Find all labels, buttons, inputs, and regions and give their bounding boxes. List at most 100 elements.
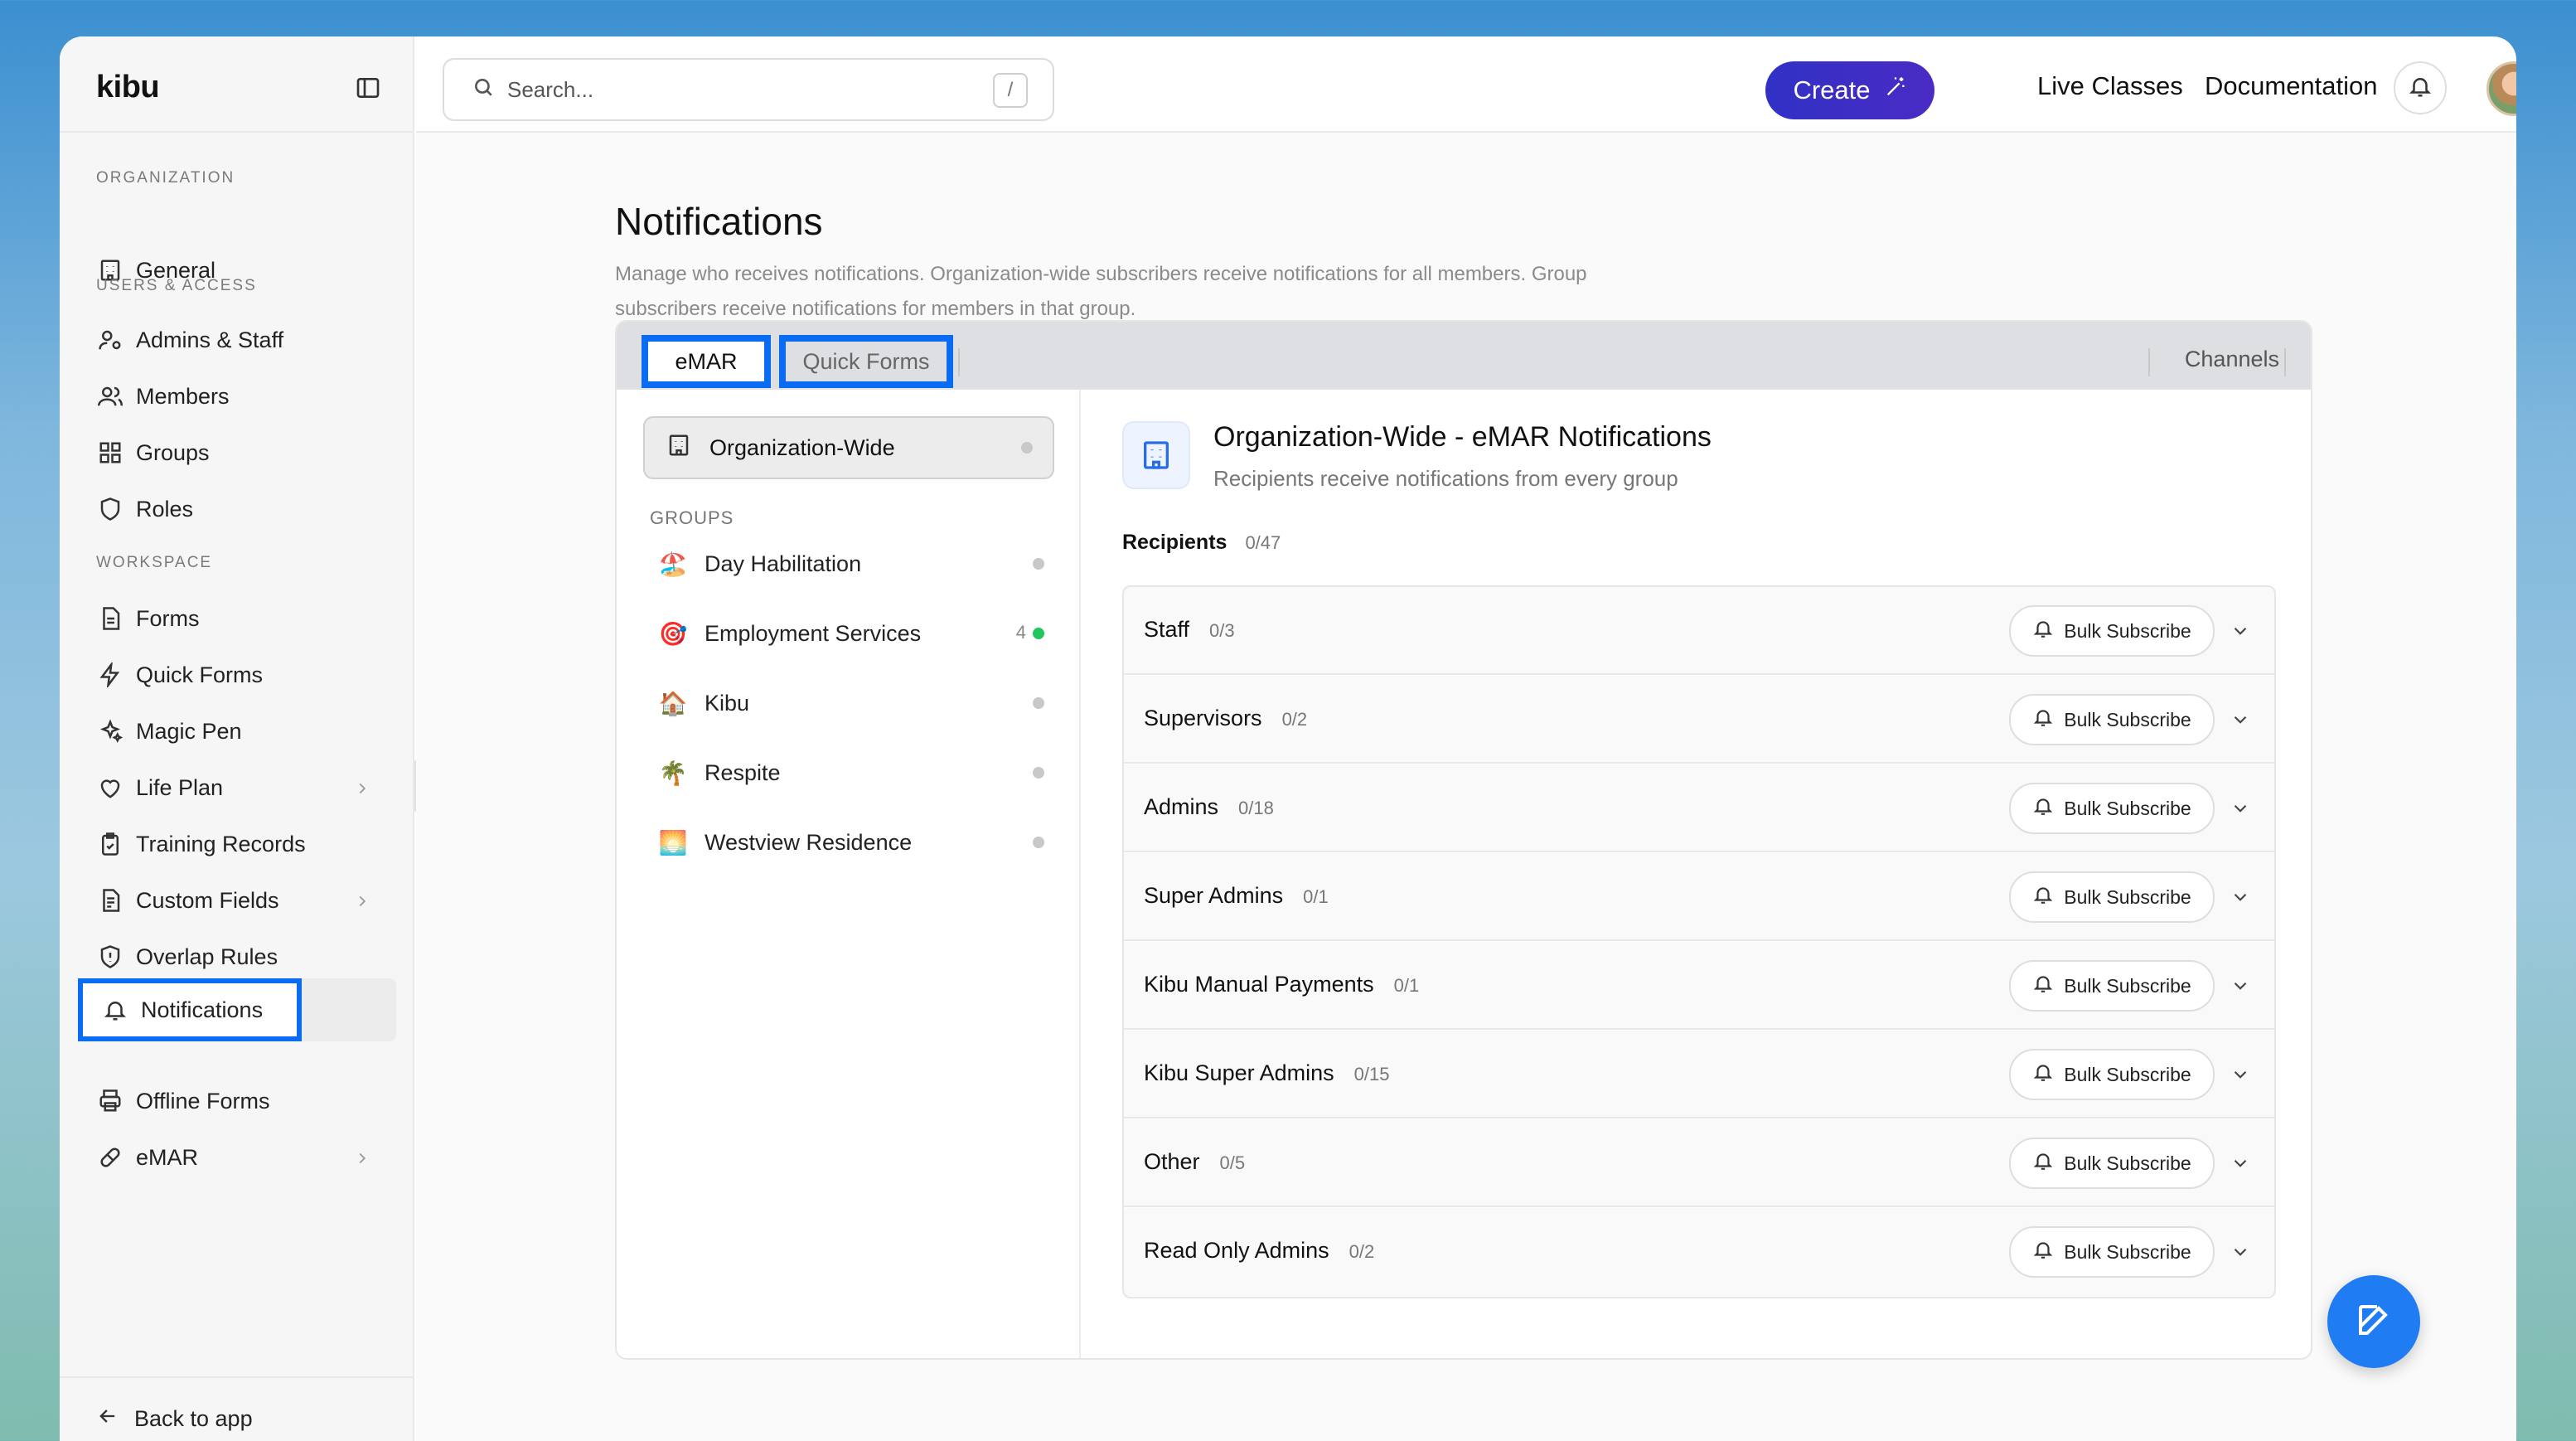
sidebar-item-forms[interactable]: Forms (96, 595, 395, 642)
sidebar-item-groups[interactable]: Groups (96, 429, 395, 476)
section-label-workspace: WORKSPACE (96, 554, 213, 571)
group-emoji: 🏠 (658, 690, 688, 716)
file-icon (96, 604, 124, 633)
arrow-left-icon (96, 1405, 119, 1434)
bulk-subscribe-button[interactable]: Bulk Subscribe (2009, 1049, 2215, 1100)
status-dot (1033, 837, 1044, 848)
table-row[interactable]: Supervisors 0/2 Bulk Subscribe (1124, 676, 2274, 764)
sidebar-item-label: Forms (136, 605, 200, 631)
sidebar-item-label: Custom Fields (136, 887, 279, 913)
create-button[interactable]: Create (1765, 61, 1934, 119)
search-shortcut-badge: / (993, 73, 1028, 108)
group-item[interactable]: 🌴 Respite (658, 748, 1048, 798)
group-name: Employment Services (705, 620, 922, 646)
chevron-down-icon[interactable] (2230, 886, 2251, 912)
group-item[interactable]: 🏖️ Day Habilitation (658, 539, 1048, 589)
table-row[interactable]: Other 0/5 Bulk Subscribe (1124, 1119, 2274, 1207)
row-name: Kibu Manual Payments (1144, 972, 1374, 997)
bulk-subscribe-button[interactable]: Bulk Subscribe (2009, 960, 2215, 1012)
row-count: 0/5 (1219, 1152, 1246, 1173)
tab-channels[interactable]: Channels (2185, 347, 2279, 372)
sidebar-item-magic-pen[interactable]: Magic Pen (96, 708, 395, 754)
app-window: kibu ORGANIZATION General USERS & ACCESS… (60, 36, 2516, 1441)
bell-icon (2032, 1150, 2054, 1177)
notifications-bell-button[interactable] (2394, 61, 2447, 114)
chevron-down-icon[interactable] (2230, 975, 2251, 1001)
org-wide-item[interactable]: Organization-Wide (643, 416, 1054, 479)
sidebar-item-label: Training Records (136, 831, 306, 856)
sidebar-item-label: Overlap Rules (136, 944, 278, 969)
sidebar-item-offline-forms[interactable]: Offline Forms (96, 1078, 395, 1124)
page-title: Notifications (615, 200, 823, 243)
recipients-count: 0/47 (1245, 532, 1281, 553)
table-row[interactable]: Super Admins 0/1 Bulk Subscribe (1124, 853, 2274, 941)
group-name: Respite (705, 759, 781, 785)
sidebar-item-admins-staff[interactable]: Admins & Staff (96, 317, 395, 363)
group-item[interactable]: 🎯 Employment Services 4 (658, 609, 1048, 658)
sidebar-item-training-records[interactable]: Training Records (96, 821, 395, 867)
live-classes-link[interactable]: Live Classes (2037, 71, 2183, 101)
group-count: 4 (1015, 622, 1026, 643)
bulk-subscribe-label: Bulk Subscribe (2064, 1240, 2191, 1263)
tab-emar[interactable]: eMAR (642, 335, 771, 388)
topbar: Search... / Create Live Classes Document… (416, 36, 2516, 133)
tab-divider (2284, 348, 2286, 376)
table-row[interactable]: Staff 0/3 Bulk Subscribe (1124, 587, 2274, 675)
sidebar-item-overlap-rules[interactable]: Overlap Rules (96, 934, 395, 980)
bulk-subscribe-label: Bulk Subscribe (2064, 1152, 2191, 1174)
sidebar-item-roles[interactable]: Roles (96, 486, 395, 532)
sidebar-item-quick-forms[interactable]: Quick Forms (96, 652, 395, 698)
back-row: Back to app (60, 1376, 414, 1441)
row-name: Admins (1144, 794, 1219, 819)
bulk-subscribe-button[interactable]: Bulk Subscribe (2009, 605, 2215, 657)
compose-fab-button[interactable] (2327, 1275, 2420, 1368)
sidebar-toggle-icon[interactable] (355, 75, 381, 101)
brand-logo[interactable]: kibu (96, 70, 160, 105)
chevron-down-icon[interactable] (2230, 709, 2251, 735)
row-count: 0/1 (1393, 975, 1420, 996)
row-name: Super Admins (1144, 883, 1284, 908)
tab-quick-forms[interactable]: Quick Forms (779, 335, 953, 388)
sidebar-item-label: Roles (136, 496, 194, 522)
groups-pane: Organization-Wide GROUPS 🏖️ Day Habilita… (617, 390, 1081, 1358)
search-input[interactable]: Search... / (443, 58, 1054, 121)
heart-icon (96, 774, 124, 802)
sidebar-item-members[interactable]: Members (96, 373, 395, 420)
table-row[interactable]: Admins 0/18 Bulk Subscribe (1124, 764, 2274, 852)
bulk-subscribe-button[interactable]: Bulk Subscribe (2009, 694, 2215, 745)
avatar[interactable] (2486, 61, 2516, 116)
group-item[interactable]: 🏠 Kibu (658, 678, 1048, 728)
bulk-subscribe-label: Bulk Subscribe (2064, 1063, 2191, 1085)
table-row[interactable]: Kibu Manual Payments 0/1 Bulk Subscribe (1124, 942, 2274, 1030)
row-name: Staff (1144, 617, 1190, 642)
group-item[interactable]: 🌅 Westview Residence (658, 818, 1048, 867)
group-emoji: 🌴 (658, 759, 688, 786)
recipients-label: Recipients (1122, 531, 1227, 554)
bulk-subscribe-button[interactable]: Bulk Subscribe (2009, 1226, 2215, 1278)
row-count: 0/2 (1281, 709, 1308, 730)
sidebar-item-custom-fields[interactable]: Custom Fields (96, 877, 395, 924)
brand-row: kibu (60, 36, 414, 133)
bolt-icon (96, 661, 124, 689)
bulk-subscribe-button[interactable]: Bulk Subscribe (2009, 1138, 2215, 1189)
row-name: Supervisors (1144, 706, 1262, 730)
back-to-app-link[interactable]: Back to app (96, 1405, 253, 1434)
sidebar-item-notifications[interactable]: Notifications (78, 978, 302, 1041)
bulk-subscribe-label: Bulk Subscribe (2064, 619, 2191, 642)
table-row[interactable]: Kibu Super Admins 0/15 Bulk Subscribe (1124, 1031, 2274, 1118)
chevron-down-icon[interactable] (2230, 1241, 2251, 1267)
chevron-down-icon[interactable] (2230, 1152, 2251, 1178)
chevron-down-icon[interactable] (2230, 798, 2251, 823)
bulk-subscribe-button[interactable]: Bulk Subscribe (2009, 871, 2215, 923)
table-row[interactable]: Read Only Admins 0/2 Bulk Subscribe (1124, 1208, 2274, 1296)
back-to-app-label: Back to app (134, 1406, 253, 1431)
chevron-down-icon[interactable] (2230, 1064, 2251, 1089)
sidebar-item-life-plan[interactable]: Life Plan (96, 764, 395, 811)
search-placeholder: Search... (507, 76, 594, 102)
sidebar-item-emar[interactable]: eMAR (96, 1134, 395, 1181)
bulk-subscribe-button[interactable]: Bulk Subscribe (2009, 783, 2215, 834)
chevron-down-icon[interactable] (2230, 620, 2251, 646)
bulk-subscribe-label: Bulk Subscribe (2064, 708, 2191, 730)
detail-pane: Organization-Wide - eMAR Notifications R… (1082, 390, 2311, 1358)
documentation-link[interactable]: Documentation (2205, 71, 2378, 101)
